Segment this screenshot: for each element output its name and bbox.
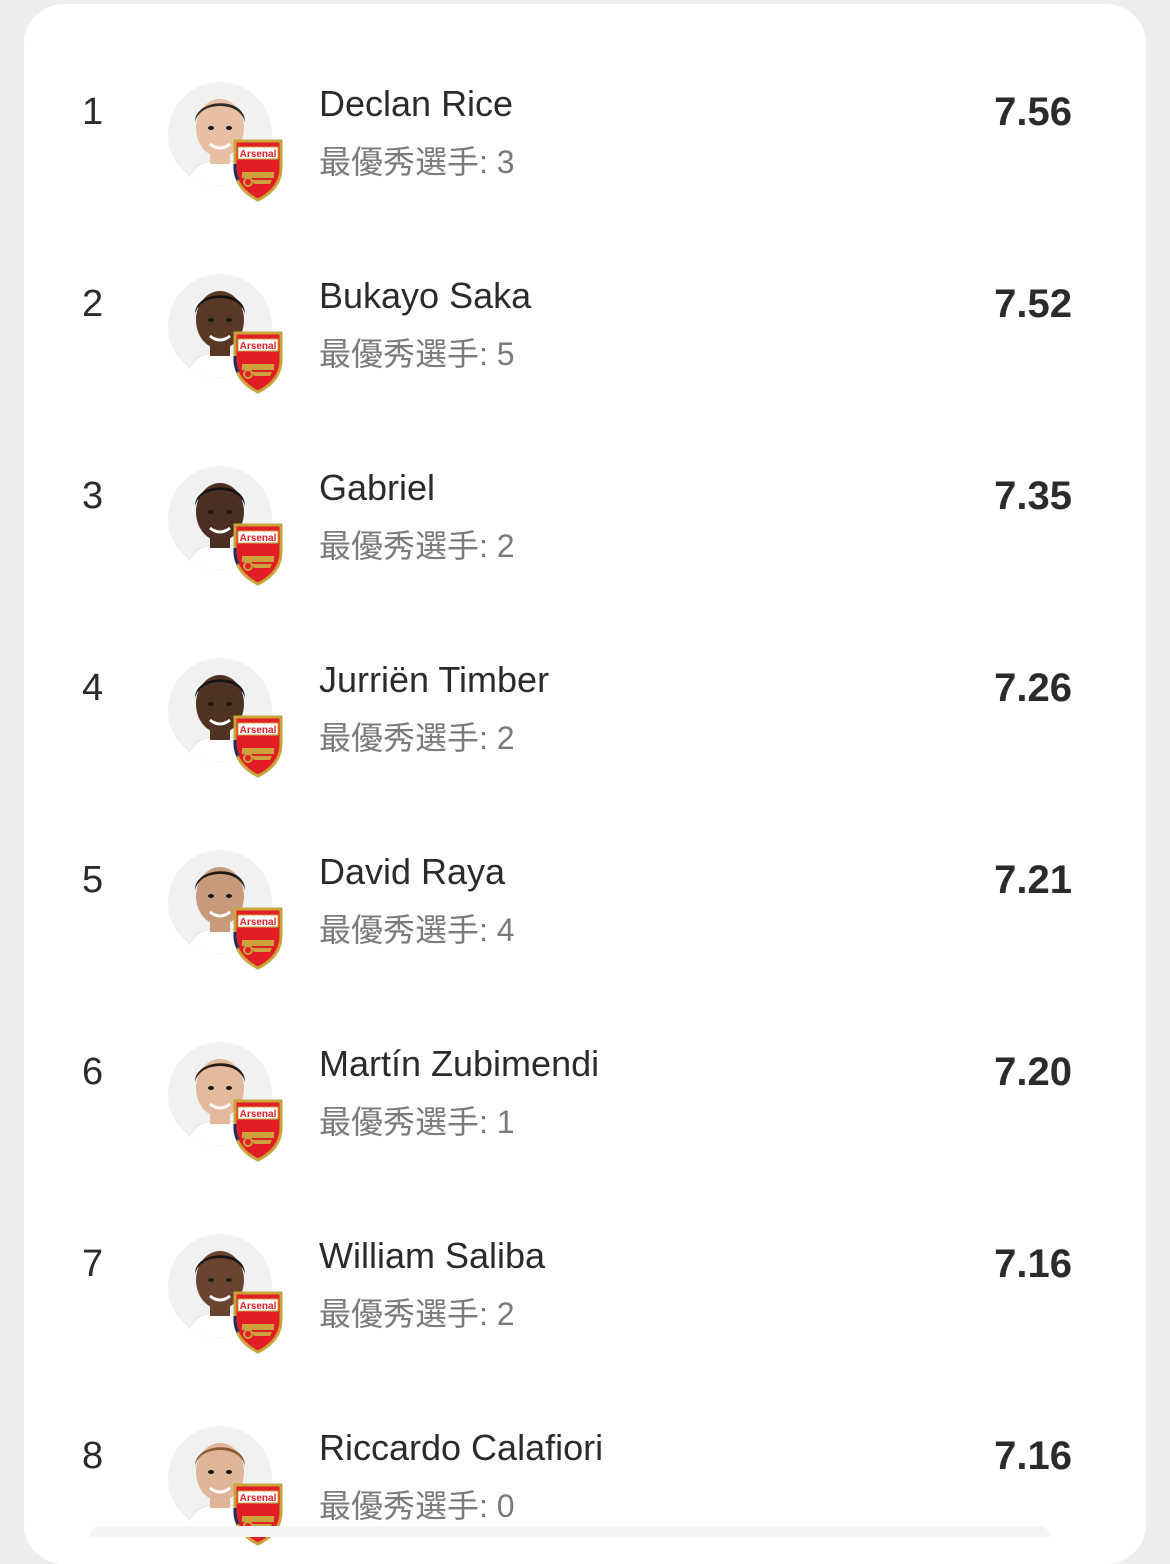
player-row[interactable]: 7 Arsenal William Saliba 最優秀選手: 2 7.16 [24, 1176, 1146, 1368]
rank-number: 8 [82, 1435, 104, 1477]
crest-label: Arsenal [240, 149, 277, 160]
crest-label: Arsenal [240, 725, 277, 736]
motm-count: 最優秀選手: 0 [319, 1488, 515, 1524]
player-rating: 7.20 [994, 1050, 1072, 1094]
player-rating: 7.16 [994, 1434, 1072, 1478]
arsenal-crest-icon: Arsenal [232, 714, 284, 778]
rank-number: 6 [82, 1051, 104, 1093]
motm-value: 2 [496, 1296, 515, 1332]
player-rating: 7.52 [994, 282, 1072, 326]
motm-label: 最優秀選手: [319, 144, 497, 180]
motm-label: 最優秀選手: [319, 336, 497, 372]
rank-number: 7 [82, 1243, 104, 1285]
arsenal-crest-icon: Arsenal [232, 906, 284, 970]
motm-count: 最優秀選手: 1 [319, 1104, 515, 1140]
player-row[interactable]: 3 Arsenal Gabriel 最優秀選手: 2 7.35 [24, 408, 1146, 600]
motm-value: 2 [496, 528, 515, 564]
player-rating: 7.21 [994, 858, 1072, 902]
motm-value: 2 [496, 720, 515, 756]
rank-number: 1 [82, 91, 104, 133]
arsenal-crest-icon: Arsenal [232, 1290, 284, 1354]
rank-number: 2 [82, 283, 104, 325]
rank-number: 5 [82, 859, 104, 901]
motm-count: 最優秀選手: 2 [319, 528, 515, 564]
rank-number: 3 [82, 475, 104, 517]
player-row[interactable]: 4 Arsenal Jurriën Timber 最優秀選手: 2 7.26 [24, 600, 1146, 792]
motm-count: 最優秀選手: 4 [319, 912, 515, 948]
player-name[interactable]: William Saliba [319, 1236, 545, 1276]
player-name[interactable]: David Raya [319, 852, 505, 892]
motm-count: 最優秀選手: 2 [319, 1296, 515, 1332]
crest-label: Arsenal [240, 1109, 277, 1120]
rank-number: 4 [82, 667, 104, 709]
motm-label: 最優秀選手: [319, 528, 497, 564]
player-name[interactable]: Riccardo Calafiori [319, 1428, 603, 1468]
arsenal-crest-icon: Arsenal [232, 522, 284, 586]
motm-value: 3 [496, 144, 515, 180]
motm-value: 0 [496, 1488, 515, 1524]
crest-label: Arsenal [240, 917, 277, 928]
motm-count: 最優秀選手: 2 [319, 720, 515, 756]
crest-label: Arsenal [240, 533, 277, 544]
arsenal-crest-icon: Arsenal [232, 330, 284, 394]
player-name[interactable]: Jurriën Timber [319, 660, 549, 700]
motm-value: 1 [496, 1104, 515, 1140]
player-rating: 7.35 [994, 474, 1072, 518]
motm-count: 最優秀選手: 5 [319, 336, 515, 372]
arsenal-crest-icon: Arsenal [232, 138, 284, 202]
player-row[interactable]: 5 Arsenal David Raya 最優秀選手: 4 7.21 [24, 792, 1146, 984]
crest-label: Arsenal [240, 1301, 277, 1312]
player-name[interactable]: Declan Rice [319, 84, 513, 124]
motm-label: 最優秀選手: [319, 720, 497, 756]
player-row[interactable]: 1 Arsenal Declan Rice 最優秀選手: 3 7.56 [24, 24, 1146, 216]
motm-value: 5 [496, 336, 515, 372]
motm-count: 最優秀選手: 3 [319, 144, 515, 180]
crest-label: Arsenal [240, 1493, 277, 1504]
player-row[interactable]: 2 Arsenal Bukayo Saka 最優秀選手: 5 7.52 [24, 216, 1146, 408]
player-name[interactable]: Bukayo Saka [319, 276, 531, 316]
crest-label: Arsenal [240, 341, 277, 352]
player-name[interactable]: Martín Zubimendi [319, 1044, 599, 1084]
player-ratings-card: 1 Arsenal Declan Rice 最優秀選手: 3 7.56 2 Ar… [24, 4, 1146, 1564]
motm-value: 4 [496, 912, 515, 948]
motm-label: 最優秀選手: [319, 1296, 497, 1332]
motm-label: 最優秀選手: [319, 1488, 497, 1524]
player-rating: 7.56 [994, 90, 1072, 134]
motm-label: 最優秀選手: [319, 1104, 497, 1140]
motm-label: 最優秀選手: [319, 912, 497, 948]
next-panel-edge [90, 1526, 1050, 1537]
player-row[interactable]: 6 Arsenal Martín Zubimendi 最優秀選手: 1 7.20 [24, 984, 1146, 1176]
player-rating: 7.16 [994, 1242, 1072, 1286]
player-name[interactable]: Gabriel [319, 468, 435, 508]
arsenal-crest-icon: Arsenal [232, 1098, 284, 1162]
player-rating: 7.26 [994, 666, 1072, 710]
